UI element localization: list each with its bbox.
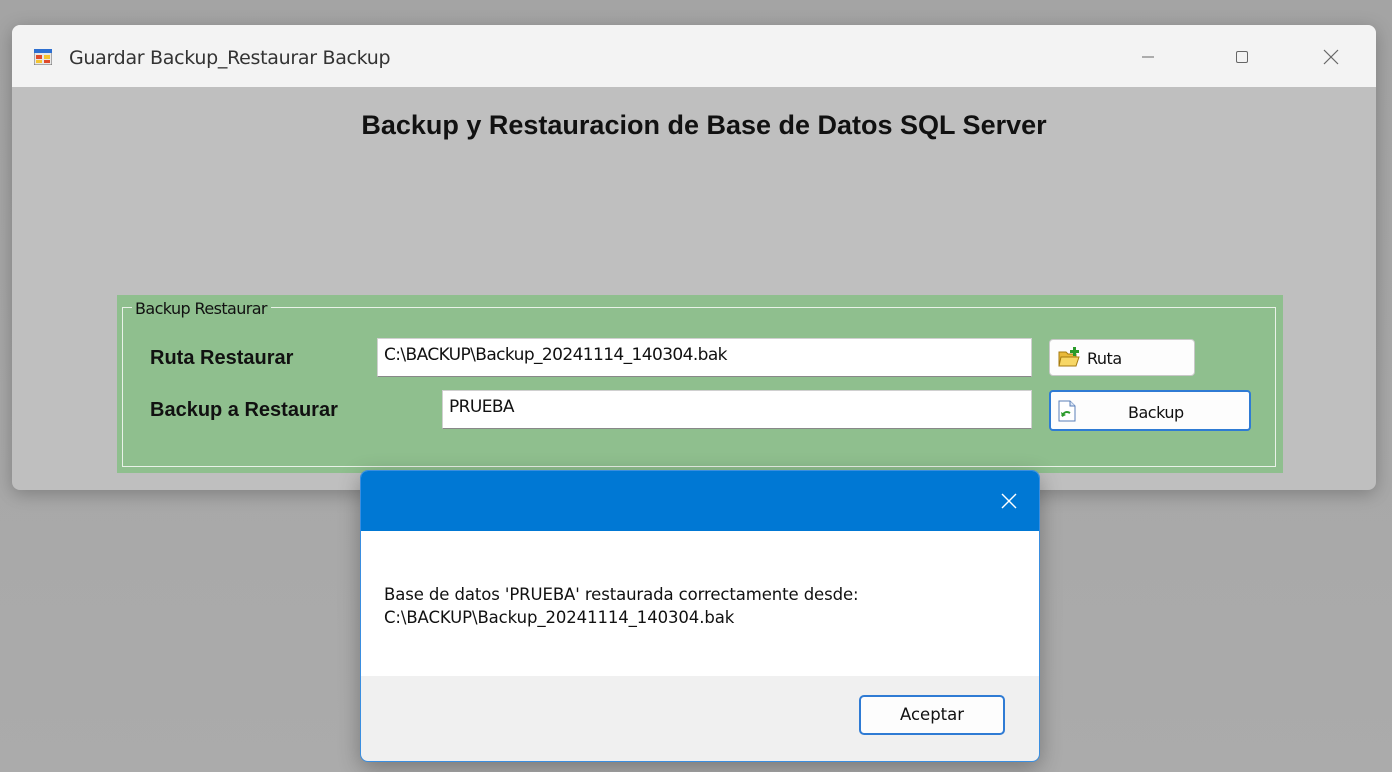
folder-add-icon [1058, 347, 1080, 367]
windows-form-icon [34, 49, 52, 65]
aceptar-button[interactable]: Aceptar [859, 695, 1005, 735]
window-titlebar[interactable]: Guardar Backup_Restaurar Backup [12, 25, 1376, 87]
dialog-message-line2: C:\BACKUP\Backup_20241114_140304.bak [384, 608, 735, 627]
ruta-restaurar-label: Ruta Restaurar [150, 347, 294, 369]
groupbox-frame [122, 307, 1276, 467]
dialog-message: Base de datos 'PRUEBA' restaurada correc… [384, 583, 859, 629]
backup-a-restaurar-label: Backup a Restaurar [150, 399, 338, 421]
maximize-button[interactable] [1219, 37, 1265, 77]
backup-button-label: Backup [1128, 403, 1184, 422]
close-icon [1001, 493, 1017, 509]
window-title: Guardar Backup_Restaurar Backup [69, 47, 391, 69]
ruta-button[interactable]: Ruta [1049, 339, 1195, 376]
dialog-titlebar[interactable] [361, 471, 1039, 531]
dialog-close-button[interactable] [993, 485, 1025, 517]
main-window: Guardar Backup_Restaurar Backup Backup y… [12, 25, 1376, 490]
backup-button[interactable]: Backup [1049, 390, 1251, 431]
backup-a-restaurar-input[interactable]: PRUEBA [442, 390, 1032, 429]
backup-restaurar-groupbox: Backup Restaurar Ruta Restaurar C:\BACKU… [117, 295, 1283, 473]
close-button[interactable] [1308, 37, 1354, 77]
groupbox-legend: Backup Restaurar [132, 299, 271, 318]
maximize-icon [1236, 51, 1248, 63]
ruta-restaurar-input[interactable]: C:\BACKUP\Backup_20241114_140304.bak [377, 338, 1032, 377]
message-dialog: Base de datos 'PRUEBA' restaurada correc… [360, 470, 1040, 762]
close-icon [1323, 49, 1339, 65]
minimize-icon [1142, 56, 1154, 58]
page-heading: Backup y Restauracion de Base de Datos S… [361, 110, 1047, 140]
dialog-body: Base de datos 'PRUEBA' restaurada correc… [361, 531, 1039, 676]
document-restore-icon [1058, 400, 1076, 422]
minimize-button[interactable] [1125, 37, 1171, 77]
dialog-message-line1: Base de datos 'PRUEBA' restaurada correc… [384, 585, 859, 604]
ruta-button-label: Ruta [1087, 349, 1122, 368]
